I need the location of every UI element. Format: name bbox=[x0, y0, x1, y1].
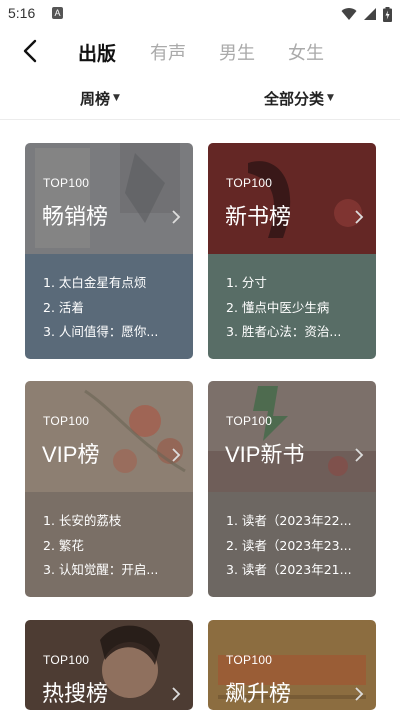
battery-icon bbox=[383, 6, 392, 22]
notification-icon: A bbox=[52, 7, 63, 19]
ranking-card-new-books[interactable]: TOP100 新书榜 1. 分寸 2. 懂点中医少生病 3. 胜者心法：资治..… bbox=[208, 143, 376, 359]
rank-item[interactable]: 1. 读者（2023年22... bbox=[226, 510, 371, 535]
period-filter[interactable]: 周榜 ▼ bbox=[80, 88, 120, 109]
card-title: VIP新书 bbox=[225, 442, 305, 467]
card-rank-list: 1. 读者（2023年22... 2. 读者（2023年23... 3. 读者（… bbox=[208, 492, 376, 597]
ranking-card-rising[interactable]: TOP100 飙升榜 bbox=[208, 620, 376, 710]
chevron-right-icon bbox=[172, 210, 181, 224]
caret-down-icon: ▼ bbox=[113, 92, 120, 103]
status-bar: 5:16 A bbox=[0, 0, 400, 28]
rank-item[interactable]: 2. 读者（2023年23... bbox=[226, 535, 371, 560]
rank-item[interactable]: 3. 读者（2023年21... bbox=[226, 559, 371, 584]
category-filter[interactable]: 全部分类 ▼ bbox=[264, 88, 334, 109]
card-tag: TOP100 bbox=[43, 176, 90, 190]
chevron-right-icon bbox=[355, 448, 364, 462]
card-rank-list: 1. 长安的荔枝 2. 繁花 3. 认知觉醒：开启... bbox=[25, 492, 193, 597]
rank-item[interactable]: 2. 懂点中医少生病 bbox=[226, 297, 371, 322]
rank-item[interactable]: 3. 胜者心法：资治... bbox=[226, 321, 371, 346]
ranking-card-vip[interactable]: TOP100 VIP榜 1. 长安的荔枝 2. 繁花 3. 认知觉醒：开启... bbox=[25, 381, 193, 597]
chevron-right-icon bbox=[172, 448, 181, 462]
tab-publish[interactable]: 出版 bbox=[78, 39, 116, 66]
card-title: 畅销榜 bbox=[42, 204, 109, 229]
card-cover: TOP100 新书榜 bbox=[208, 143, 376, 254]
card-rank-list: 1. 分寸 2. 懂点中医少生病 3. 胜者心法：资治... bbox=[208, 254, 376, 359]
rank-item[interactable]: 2. 繁花 bbox=[43, 535, 188, 560]
card-cover: TOP100 VIP新书 bbox=[208, 381, 376, 492]
rank-item[interactable]: 1. 太白金星有点烦 bbox=[43, 272, 188, 297]
card-title: 热搜榜 bbox=[42, 681, 109, 706]
wifi-icon bbox=[341, 8, 357, 20]
card-cover: TOP100 VIP榜 bbox=[25, 381, 193, 492]
top-nav: 出版 有声 男生 女生 bbox=[0, 28, 400, 74]
ranking-card-bestseller[interactable]: TOP100 畅销榜 1. 太白金星有点烦 2. 活着 3. 人间值得：愿你..… bbox=[25, 143, 193, 359]
card-rank-list: 1. 太白金星有点烦 2. 活着 3. 人间值得：愿你... bbox=[25, 254, 193, 359]
card-tag: TOP100 bbox=[226, 653, 273, 667]
chevron-right-icon bbox=[355, 687, 364, 701]
status-time: 5:16 bbox=[8, 5, 36, 21]
caret-down-icon: ▼ bbox=[327, 92, 334, 103]
chevron-right-icon bbox=[172, 687, 181, 701]
signal-icon bbox=[364, 8, 376, 20]
card-title: 新书榜 bbox=[225, 204, 292, 229]
ranking-card-vip-new[interactable]: TOP100 VIP新书 1. 读者（2023年22... 2. 读者（2023… bbox=[208, 381, 376, 597]
category-filter-label: 全部分类 bbox=[264, 90, 325, 108]
filter-row: 周榜 ▼ 全部分类 ▼ bbox=[0, 80, 400, 120]
card-cover: TOP100 飙升榜 bbox=[208, 620, 376, 710]
card-cover: TOP100 热搜榜 bbox=[25, 620, 193, 710]
rank-item[interactable]: 3. 人间值得：愿你... bbox=[43, 321, 188, 346]
card-title: 飙升榜 bbox=[225, 681, 292, 706]
card-title: VIP榜 bbox=[42, 442, 100, 467]
rank-item[interactable]: 3. 认知觉醒：开启... bbox=[43, 559, 188, 584]
ranking-card-hot-search[interactable]: TOP100 热搜榜 bbox=[25, 620, 193, 710]
status-icons bbox=[341, 5, 392, 23]
rank-item[interactable]: 1. 长安的荔枝 bbox=[43, 510, 188, 535]
card-cover: TOP100 畅销榜 bbox=[25, 143, 193, 254]
card-tag: TOP100 bbox=[226, 176, 273, 190]
chevron-right-icon bbox=[355, 210, 364, 224]
chevron-left-icon[interactable] bbox=[18, 38, 44, 64]
tab-audio[interactable]: 有声 bbox=[150, 39, 186, 65]
period-filter-label: 周榜 bbox=[80, 90, 111, 108]
tab-female[interactable]: 女生 bbox=[288, 39, 324, 65]
rank-item[interactable]: 2. 活着 bbox=[43, 297, 188, 322]
card-tag: TOP100 bbox=[226, 414, 273, 428]
card-tag: TOP100 bbox=[43, 653, 90, 667]
card-tag: TOP100 bbox=[43, 414, 90, 428]
tab-male[interactable]: 男生 bbox=[219, 39, 255, 65]
rank-item[interactable]: 1. 分寸 bbox=[226, 272, 371, 297]
